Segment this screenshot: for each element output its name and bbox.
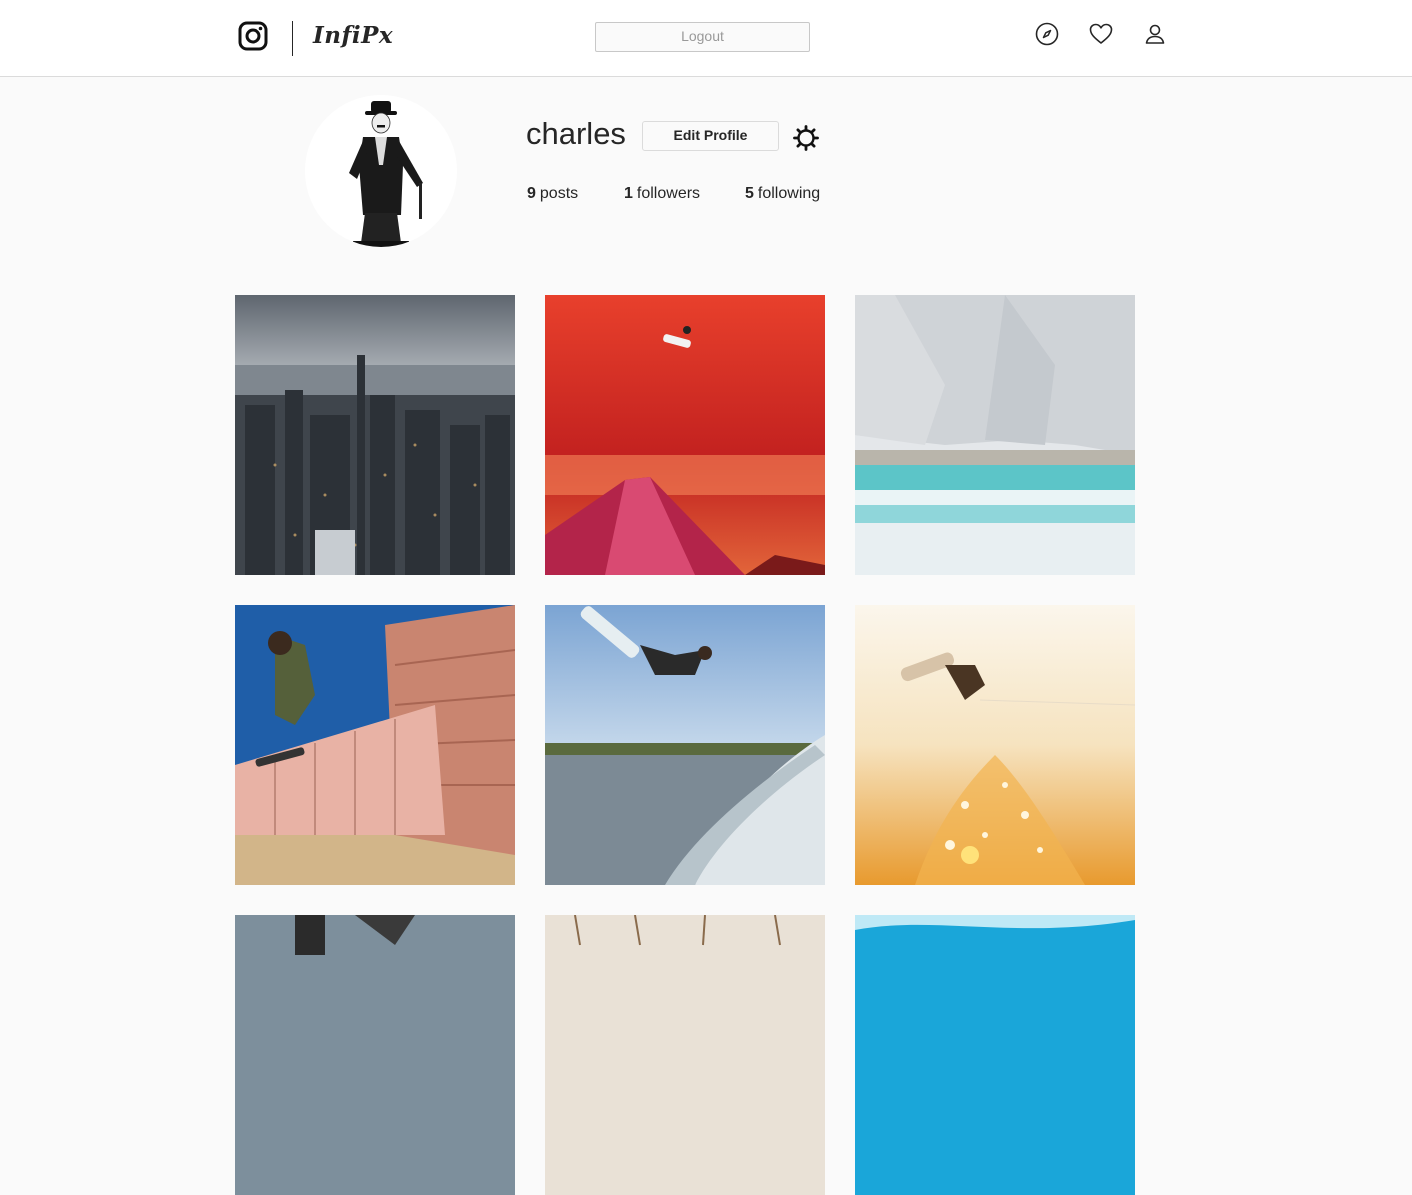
following-label: following [757, 185, 821, 202]
post-image-skateboard-wall [235, 605, 515, 885]
heart-icon[interactable] [1089, 22, 1113, 46]
post-image-palm-trees [235, 915, 515, 1195]
posts-stat: 9 posts [527, 185, 578, 203]
followers-stat[interactable]: 1 followers [624, 185, 700, 203]
user-icon[interactable] [1143, 22, 1167, 46]
profile-avatar[interactable] [305, 95, 457, 247]
explore-icon[interactable] [1035, 22, 1059, 46]
post-image-ocean-wave [855, 915, 1135, 1195]
post-thumbnail[interactable] [235, 915, 515, 1195]
post-thumbnail[interactable] [855, 915, 1135, 1195]
post-thumbnail[interactable] [855, 605, 1135, 885]
post-image-cliff-waves [855, 295, 1135, 575]
post-thumbnail[interactable] [855, 295, 1135, 575]
posts-label: posts [539, 185, 579, 202]
post-image-snow-trees [545, 915, 825, 1195]
post-thumbnail[interactable] [235, 605, 515, 885]
post-image-snowboard-red-sky [545, 295, 825, 575]
avatar-image [305, 95, 457, 247]
profile-username: charles [526, 116, 626, 151]
followers-count: 1 [624, 185, 633, 202]
logo-divider [292, 21, 293, 56]
instagram-icon[interactable] [238, 21, 268, 51]
post-thumbnail[interactable] [545, 915, 825, 1195]
edit-profile-button[interactable]: Edit Profile [642, 121, 779, 151]
following-stat[interactable]: 5 following [745, 185, 820, 203]
post-image-wakeboard-lake [545, 605, 825, 885]
top-navbar: InfiPx Logout [0, 0, 1412, 77]
brand-logo[interactable]: InfiPx [313, 22, 393, 49]
followers-label: followers [636, 185, 701, 202]
post-thumbnail[interactable] [235, 295, 515, 575]
following-count: 5 [745, 185, 754, 202]
post-image-wakeboard-sunset [855, 605, 1135, 885]
post-thumbnail[interactable] [545, 295, 825, 575]
post-thumbnail[interactable] [545, 605, 825, 885]
settings-gear-icon[interactable] [793, 125, 819, 151]
posts-count: 9 [527, 185, 536, 202]
logout-button[interactable]: Logout [595, 22, 810, 52]
post-image-city-aerial [235, 295, 515, 575]
